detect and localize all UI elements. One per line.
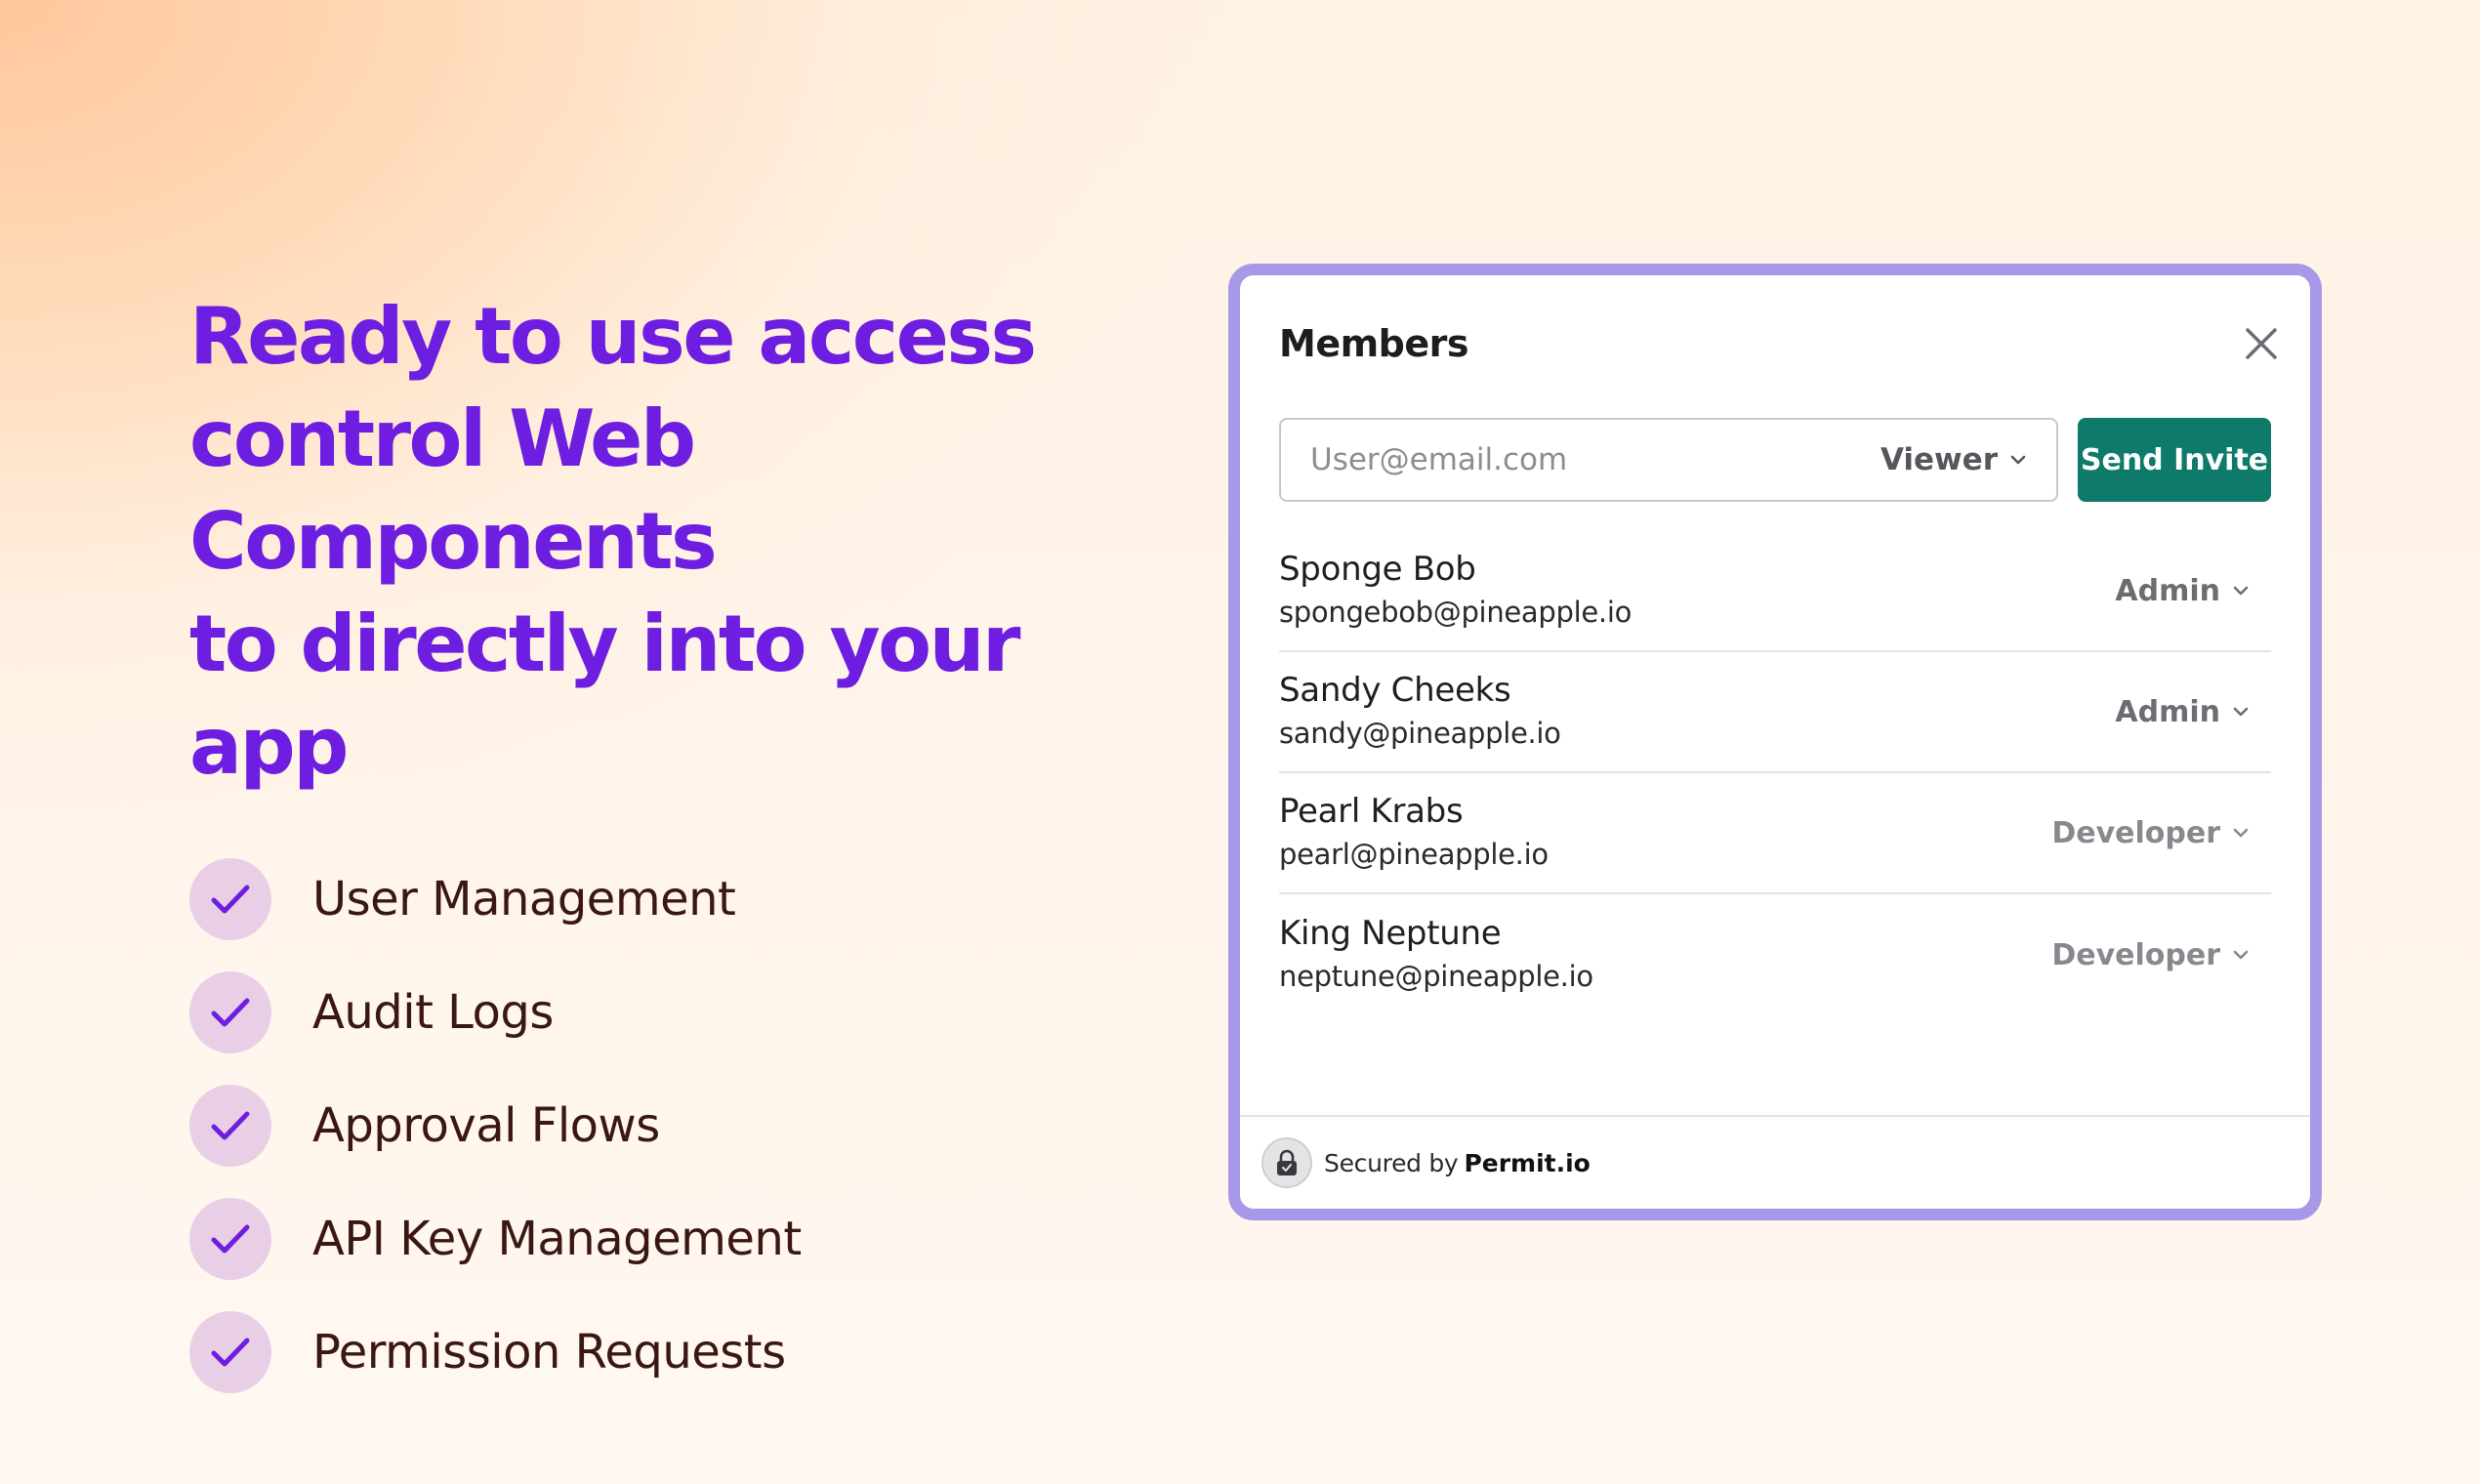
feature-item: Approval Flows xyxy=(189,1085,1166,1167)
member-name: Sponge Bob xyxy=(1279,550,1476,589)
hero-title-line: to directly into your app xyxy=(189,598,1020,792)
feature-label: API Key Management xyxy=(312,1212,802,1266)
member-row: Sponge Bob spongebob@pineapple.io Admin xyxy=(1279,531,2271,652)
member-info: Pearl Krabs pearl@pineapple.io xyxy=(1279,790,1549,876)
member-name: Pearl Krabs xyxy=(1279,792,1464,831)
card-title: Members xyxy=(1279,322,1469,365)
feature-list: User Management Audit Logs Approval Flow… xyxy=(189,858,1166,1393)
feature-label: Permission Requests xyxy=(312,1325,786,1380)
member-info: King Neptune neptune@pineapple.io xyxy=(1279,912,1593,998)
hero-title: Ready to use access control Web Componen… xyxy=(189,285,1166,798)
email-input[interactable] xyxy=(1310,442,1881,477)
feature-label: Audit Logs xyxy=(312,985,554,1040)
member-role-select[interactable]: Admin xyxy=(2115,695,2250,729)
member-info: Sponge Bob spongebob@pineapple.io xyxy=(1279,548,1632,634)
member-role-label: Admin xyxy=(2115,573,2220,608)
member-list: Sponge Bob spongebob@pineapple.io Admin … xyxy=(1279,531,2271,1015)
feature-label: User Management xyxy=(312,872,736,927)
hero-title-line: Ready to use access xyxy=(189,291,1037,382)
member-role-select[interactable]: Developer xyxy=(2051,938,2250,972)
chevron-down-icon xyxy=(2010,455,2026,465)
members-card: Members Viewer Send Invite Sponge Bob sp… xyxy=(1228,264,2322,1220)
chevron-down-icon xyxy=(2233,950,2249,960)
feature-item: Audit Logs xyxy=(189,971,1166,1053)
check-icon xyxy=(189,1311,271,1393)
check-icon xyxy=(189,1085,271,1167)
card-header: Members xyxy=(1279,314,2277,373)
close-button[interactable] xyxy=(2232,314,2291,373)
hero-title-line: control Web Components xyxy=(189,393,718,587)
chevron-down-icon xyxy=(2233,586,2249,596)
member-name: Sandy Cheeks xyxy=(1279,671,1511,710)
member-name: King Neptune xyxy=(1279,914,1502,953)
send-invite-button[interactable]: Send Invite xyxy=(2078,418,2271,502)
permit-brand-link[interactable]: Permit.io xyxy=(1464,1149,1590,1177)
member-email: pearl@pineapple.io xyxy=(1279,838,1549,871)
invite-role-label: Viewer xyxy=(1880,442,1998,477)
member-info: Sandy Cheeks sandy@pineapple.io xyxy=(1279,669,1561,755)
member-row: King Neptune neptune@pineapple.io Develo… xyxy=(1279,894,2271,1015)
member-role-label: Developer xyxy=(2051,937,2220,972)
member-role-label: Developer xyxy=(2051,815,2220,850)
member-row: Sandy Cheeks sandy@pineapple.io Admin xyxy=(1279,652,2271,773)
chevron-down-icon xyxy=(2233,707,2249,717)
check-icon xyxy=(189,858,271,940)
feature-item: User Management xyxy=(189,858,1166,940)
feature-item: API Key Management xyxy=(189,1198,1166,1280)
feature-label: Approval Flows xyxy=(312,1098,660,1153)
feature-item: Permission Requests xyxy=(189,1311,1166,1393)
member-email: spongebob@pineapple.io xyxy=(1279,596,1633,629)
member-role-select[interactable]: Developer xyxy=(2051,816,2250,850)
member-role-label: Admin xyxy=(2115,694,2220,729)
invite-role-select[interactable]: Viewer xyxy=(1881,442,2027,477)
member-role-select[interactable]: Admin xyxy=(2115,574,2250,608)
hero-section: Ready to use access control Web Componen… xyxy=(189,285,1166,1424)
member-email: neptune@pineapple.io xyxy=(1279,960,1593,993)
invite-row: Viewer Send Invite xyxy=(1279,418,2271,502)
invite-field: Viewer xyxy=(1279,418,2058,502)
member-email: sandy@pineapple.io xyxy=(1279,717,1561,750)
close-icon xyxy=(2246,328,2277,359)
member-row: Pearl Krabs pearl@pineapple.io Developer xyxy=(1279,773,2271,894)
secured-by-label: Secured by xyxy=(1324,1148,1459,1177)
check-icon xyxy=(189,1198,271,1280)
lock-icon xyxy=(1261,1137,1312,1188)
card-footer: Secured by Permit.io xyxy=(1240,1115,2310,1209)
chevron-down-icon xyxy=(2233,828,2249,838)
check-icon xyxy=(189,971,271,1053)
